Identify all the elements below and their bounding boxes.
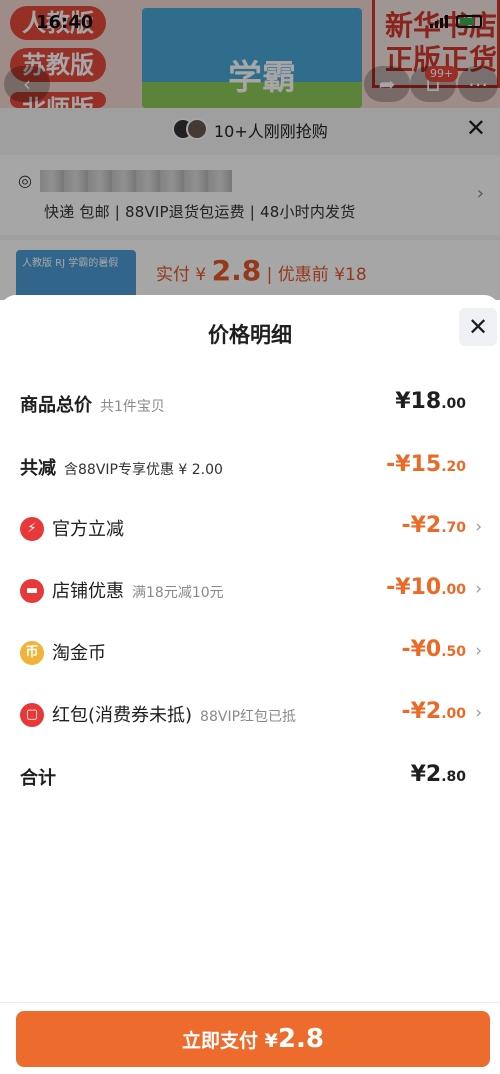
footer-divider (0, 1002, 500, 1003)
row-amount: ¥18.00 (395, 389, 466, 414)
price-row-taojinbi[interactable]: 币 淘金币 -¥0.50 › (0, 633, 500, 673)
sheet-title: 价格明细 (208, 323, 292, 347)
modal-overlay[interactable] (0, 0, 500, 300)
row-amount: -¥2.00 (401, 699, 466, 724)
pay-now-button[interactable]: 立即支付 ¥2.8 (16, 1011, 490, 1067)
row-amount: ¥2.80 (410, 762, 466, 787)
price-row-total: 商品总价 共1件宝贝 ¥18.00 (0, 385, 500, 425)
row-label: 合计 (20, 768, 56, 789)
shop-icon: ▬ (20, 579, 44, 603)
price-row-discount-total: 共减 含88VIP专享优惠 ¥ 2.00 -¥15.20 (0, 448, 500, 488)
red-packet-icon: ▢ (20, 703, 44, 727)
row-label: 红包(消费券未抵) (52, 705, 193, 726)
screen: 人教版 苏教版 北师版 学霸 新华书店 正版正货 16:40 ‹ ➦ ⊔ 99+… (0, 0, 500, 1074)
close-button[interactable]: ✕ (459, 308, 497, 346)
pay-button-amount: 2.8 (277, 1024, 324, 1054)
product-page-background: 人教版 苏教版 北师版 学霸 新华书店 正版正货 16:40 ‹ ➦ ⊔ 99+… (0, 0, 500, 304)
row-label: 官方立减 (52, 519, 124, 540)
chevron-right-icon: › (475, 641, 482, 661)
price-row-shop-discount[interactable]: ▬ 店铺优惠 满18元减10元 -¥10.00 › (0, 571, 500, 611)
price-row-red-packet[interactable]: ▢ 红包(消费券未抵) 88VIP红包已抵 -¥2.00 › (0, 695, 500, 735)
price-row-grand-total: 合计 ¥2.80 (0, 758, 500, 798)
close-icon: ✕ (467, 313, 489, 341)
row-sublabel: 共1件宝贝 (100, 399, 165, 415)
row-amount: -¥10.00 (386, 575, 466, 600)
row-label: 淘金币 (52, 643, 106, 664)
row-label: 商品总价 (20, 395, 92, 416)
pay-button-label: 立即支付 ¥ (182, 1030, 278, 1052)
price-row-official-discount[interactable]: ⚡ 官方立减 -¥2.70 › (0, 509, 500, 549)
row-sublabel: 含88VIP专享优惠 ¥ 2.00 (64, 462, 223, 478)
row-label: 共减 (20, 458, 56, 479)
row-amount: -¥15.20 (386, 452, 466, 477)
chevron-right-icon: › (475, 579, 482, 599)
row-label: 店铺优惠 (52, 581, 124, 602)
coin-icon: 币 (20, 641, 44, 665)
row-amount: -¥0.50 (401, 637, 466, 662)
row-amount: -¥2.70 (401, 513, 466, 538)
row-sublabel: 88VIP红包已抵 (200, 709, 297, 725)
chevron-right-icon: › (475, 517, 482, 537)
lightning-icon: ⚡ (20, 517, 44, 541)
price-detail-sheet: 价格明细 ✕ 商品总价 共1件宝贝 ¥18.00 共减 含88VIP专享优惠 ¥ 2… (0, 295, 500, 1074)
row-sublabel: 满18元减10元 (132, 585, 224, 601)
chevron-right-icon: › (475, 703, 482, 723)
